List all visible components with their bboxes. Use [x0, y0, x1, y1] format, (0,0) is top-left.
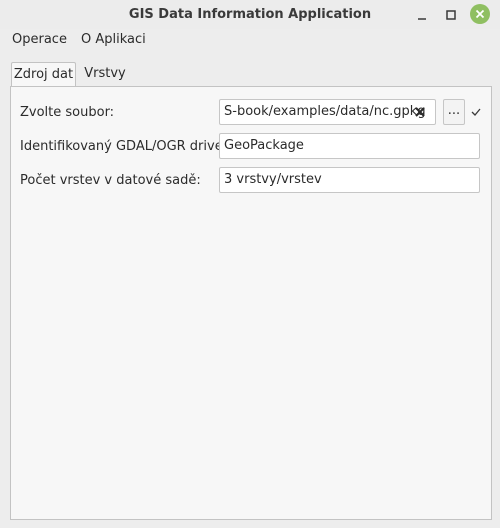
maximize-icon[interactable] [441, 5, 461, 25]
tab-zdroj-dat[interactable]: Zdroj dat [11, 62, 76, 88]
close-icon[interactable] [470, 4, 490, 24]
menu-operace[interactable]: Operace [12, 32, 67, 47]
layer-count-field[interactable]: 3 vrstvy/vrstev [219, 167, 480, 193]
file-label: Zvolte soubor: [20, 105, 115, 120]
check-icon [471, 108, 481, 116]
tab-vrstvy[interactable]: Vrstvy [80, 62, 130, 86]
menu-o-aplikaci[interactable]: O Aplikaci [81, 32, 146, 47]
driver-field[interactable]: GeoPackage [219, 133, 480, 159]
layer-count-label: Počet vrstev v datové sadě: [20, 173, 201, 188]
browse-button[interactable]: ... [443, 99, 465, 125]
menu-bar: Operace O Aplikaci [0, 29, 500, 51]
driver-label: Identifikovaný GDAL/OGR driver: [20, 139, 233, 154]
title-bar: GIS Data Information Application [0, 0, 500, 29]
minimize-icon[interactable] [412, 5, 432, 25]
file-path-input[interactable]: S-book/examples/data/nc.gpkg [219, 99, 436, 125]
clear-icon[interactable] [413, 105, 427, 119]
